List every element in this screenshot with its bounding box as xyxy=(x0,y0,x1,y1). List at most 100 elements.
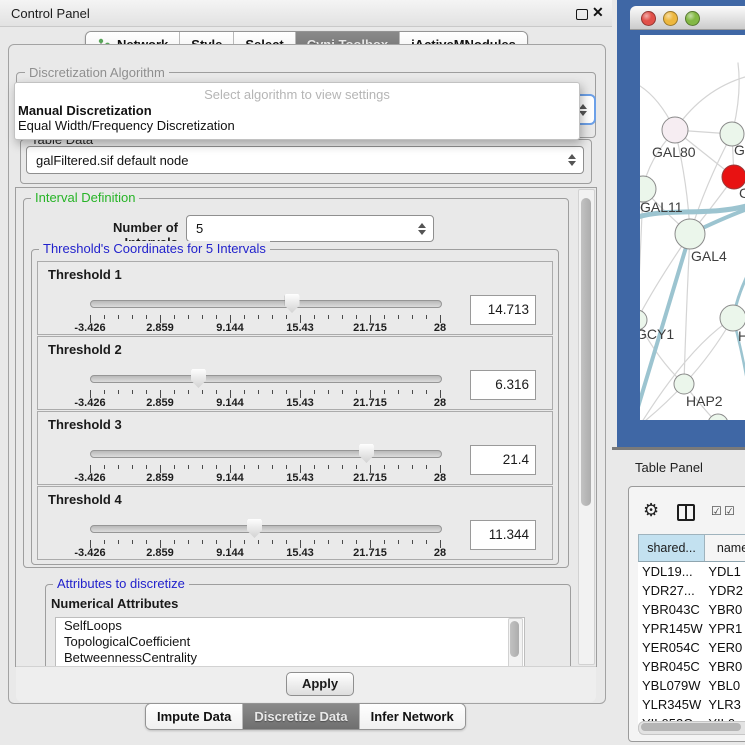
table-cell[interactable]: YBL079W xyxy=(638,676,704,695)
slider-tick-label: 21.715 xyxy=(345,472,395,484)
table-data-combobox[interactable]: galFiltered.sif default node xyxy=(26,146,584,174)
slider-tick xyxy=(202,540,203,544)
minimize-traffic-light[interactable] xyxy=(663,11,678,26)
table-row[interactable]: YBR045CYBR0 xyxy=(638,657,745,676)
slider-track[interactable] xyxy=(90,375,442,383)
slider-tick xyxy=(286,465,287,469)
zoom-traffic-light[interactable] xyxy=(685,11,700,26)
slider-tick xyxy=(216,315,217,319)
slider-thumb[interactable] xyxy=(191,369,206,388)
slider-thumb[interactable] xyxy=(359,444,374,463)
table-hscrollbar-thumb[interactable] xyxy=(641,723,741,731)
slider-tick-label: 2.859 xyxy=(135,397,185,409)
settings-scroll-area: Interval Definition Number of Intervals … xyxy=(15,187,597,667)
column-header[interactable]: name xyxy=(705,535,745,561)
checkbox-icon[interactable]: ☑ xyxy=(711,505,722,517)
network-node[interactable] xyxy=(675,219,705,249)
slider-track[interactable] xyxy=(90,450,442,458)
slider-tick xyxy=(328,540,329,544)
gear-icon[interactable]: ⚙ xyxy=(643,501,659,519)
attributes-scrollbar[interactable] xyxy=(508,618,523,667)
node-label: GAL11 xyxy=(640,199,683,215)
tab-impute-data[interactable]: Impute Data xyxy=(146,704,243,729)
threshold-value-field[interactable]: 6.316 xyxy=(470,370,536,400)
table-cell[interactable]: YPR1 xyxy=(704,619,745,638)
threshold-value-field[interactable]: 21.4 xyxy=(470,445,536,475)
network-node[interactable] xyxy=(662,117,688,143)
table-cell[interactable]: YPR145W xyxy=(638,619,704,638)
table-cell[interactable]: YBR043C xyxy=(638,600,704,619)
slider-tick-label: 21.715 xyxy=(345,322,395,334)
close-traffic-light[interactable] xyxy=(641,11,656,26)
table-cell[interactable]: YBR045C xyxy=(638,657,704,676)
panel-divider[interactable] xyxy=(612,447,745,450)
slider-tick xyxy=(384,390,385,394)
number-of-intervals-combobox[interactable]: 5 xyxy=(186,215,434,242)
network-window-titlebar xyxy=(630,6,745,30)
slider-tick xyxy=(426,465,427,469)
slider-thumb[interactable] xyxy=(285,294,300,313)
tab-discretize-data[interactable]: Discretize Data xyxy=(243,704,359,729)
apply-button[interactable]: Apply xyxy=(286,672,354,696)
slider-tick xyxy=(118,315,119,319)
slider-tick xyxy=(174,465,175,469)
tab-infer-network[interactable]: Infer Network xyxy=(360,704,465,729)
slider-tick-label: 9.144 xyxy=(205,472,255,484)
float-icon[interactable] xyxy=(576,9,588,20)
table-cell[interactable]: YDR2 xyxy=(704,581,745,600)
node-label: H xyxy=(738,328,745,344)
attribute-item[interactable]: BetweennessCentrality xyxy=(56,650,524,666)
table-cell[interactable]: YBR0 xyxy=(704,600,745,619)
table-cell[interactable]: YLR345W xyxy=(638,695,704,714)
slider-thumb[interactable] xyxy=(247,519,262,538)
slider-tick xyxy=(426,315,427,319)
table-row[interactable]: YDL19...YDL1 xyxy=(638,562,745,581)
column-header[interactable]: shared... xyxy=(639,535,705,561)
network-canvas[interactable]: GAL80GACGAL11GAL4GCY1HHAP2 xyxy=(640,35,745,420)
tab-label: Impute Data xyxy=(157,709,231,724)
node-table[interactable]: shared...name YDL19...YDL1YDR27...YDR2YB… xyxy=(638,534,745,733)
table-row[interactable]: YBR043CYBR0 xyxy=(638,600,745,619)
attribute-item[interactable]: SelfLoops xyxy=(56,618,524,634)
settings-scrollbar[interactable] xyxy=(578,189,595,665)
settings-scrollbar-thumb[interactable] xyxy=(581,198,591,506)
algorithm-option[interactable]: Equal Width/Frequency Discretization xyxy=(18,118,235,133)
close-icon[interactable]: ✕ xyxy=(592,4,604,21)
table-cell[interactable]: YDL1 xyxy=(704,562,745,581)
network-node[interactable] xyxy=(674,374,694,394)
attributes-scrollbar-thumb[interactable] xyxy=(510,621,519,657)
table-row[interactable]: YER054CYER0 xyxy=(638,638,745,657)
split-columns-icon[interactable] xyxy=(677,504,695,521)
threshold-panel: Threshold 3-3.4262.8599.14415.4321.71528… xyxy=(37,411,553,485)
slider-tick-label: 9.144 xyxy=(205,547,255,559)
slider-track[interactable] xyxy=(90,300,442,308)
slider-tick-label: 15.43 xyxy=(275,397,325,409)
table-row[interactable]: YPR145WYPR1 xyxy=(638,619,745,638)
table-cell[interactable]: YDR27... xyxy=(638,581,704,600)
checkbox-icon[interactable]: ☑ xyxy=(724,505,735,517)
slider-track[interactable] xyxy=(90,525,442,533)
slider-tick-label: 15.43 xyxy=(275,322,325,334)
table-row[interactable]: YBL079WYBL0 xyxy=(638,676,745,695)
slider-tick xyxy=(132,540,133,544)
table-cell[interactable]: YBR0 xyxy=(704,657,745,676)
table-header-row[interactable]: shared...name xyxy=(638,534,745,562)
table-cell[interactable]: YBL0 xyxy=(704,676,745,695)
table-cell[interactable]: YDL19... xyxy=(638,562,704,581)
table-cell[interactable]: YER0 xyxy=(704,638,745,657)
threshold-value-field[interactable]: 14.713 xyxy=(470,295,536,325)
table-horizontal-scrollbar[interactable] xyxy=(638,721,745,735)
table-row[interactable]: YLR345WYLR3 xyxy=(638,695,745,714)
algorithm-dropdown-popup: Select algorithm to view settings Manual… xyxy=(14,82,580,140)
table-row[interactable]: YDR27...YDR2 xyxy=(638,581,745,600)
slider-tick xyxy=(146,465,147,469)
slider-tick xyxy=(314,315,315,319)
algorithm-option[interactable]: Manual Discretization xyxy=(18,103,152,118)
numerical-attributes-list[interactable]: SelfLoopsTopologicalCoefficientBetweenne… xyxy=(55,617,525,667)
table-cell[interactable]: YER054C xyxy=(638,638,704,657)
attribute-item[interactable]: TopologicalCoefficient xyxy=(56,634,524,650)
threshold-value-field[interactable]: 11.344 xyxy=(470,520,536,550)
slider-tick xyxy=(286,315,287,319)
table-cell[interactable]: YLR3 xyxy=(704,695,745,714)
network-node[interactable] xyxy=(708,414,728,420)
